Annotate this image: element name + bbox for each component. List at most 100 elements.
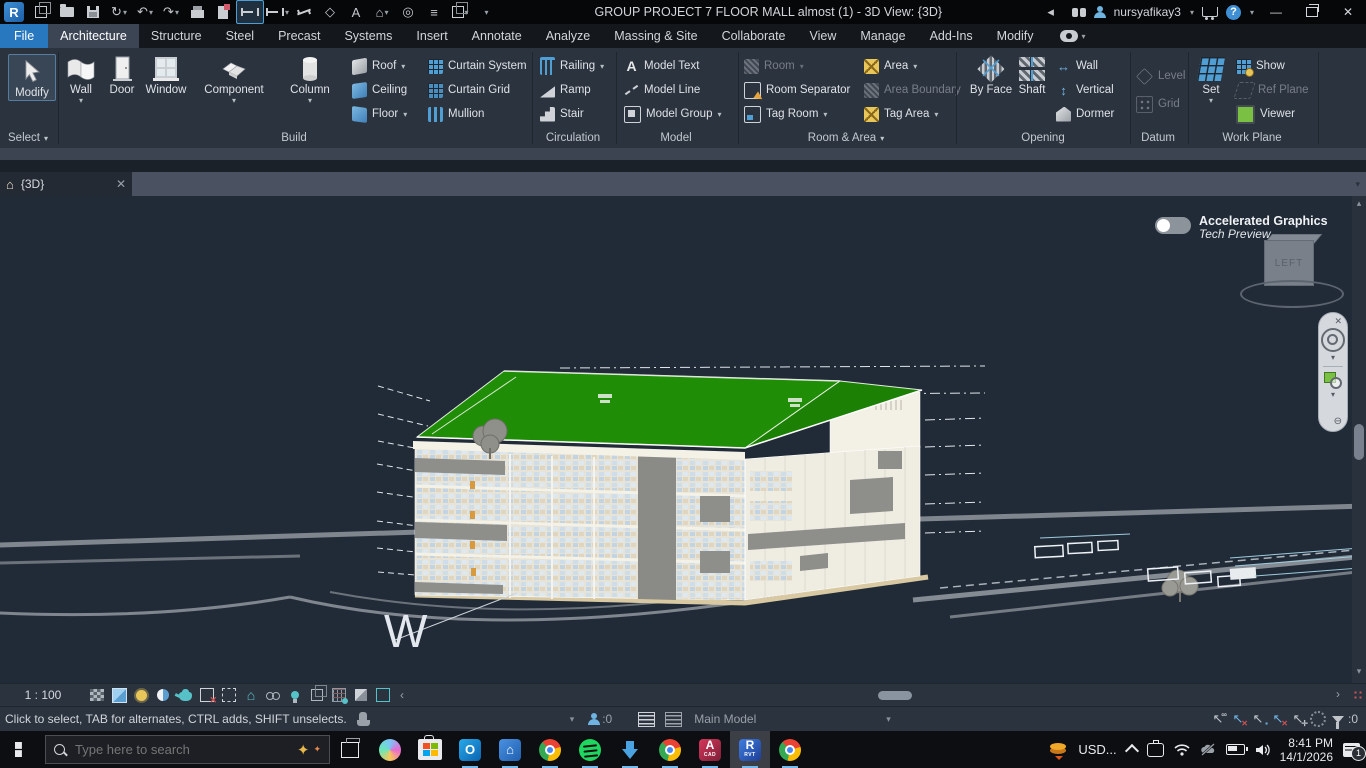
select-pinned-toggle[interactable]: ↖▪ [1248, 710, 1268, 728]
drawing-area[interactable]: W Accelerated Graphics Tech Preview LEFT… [0, 196, 1366, 683]
tag-room-button[interactable]: Tag Room▾ [744, 104, 827, 124]
revit-app-logo[interactable]: R [4, 2, 24, 22]
scroll-up-icon[interactable]: ▴ [1352, 198, 1366, 209]
door-button[interactable]: Door [103, 54, 141, 97]
capture-tools-icon[interactable]: ▾ [1060, 24, 1086, 48]
mullion-button[interactable]: Mullion [428, 104, 484, 124]
model-group-button[interactable]: Model Group▾ [624, 104, 722, 124]
displacement-sets-icon[interactable] [350, 686, 372, 704]
currency-app-icon[interactable] [1050, 742, 1068, 758]
measure-icon[interactable] [236, 0, 264, 24]
outlook-button[interactable]: O [450, 731, 490, 768]
select-links-toggle[interactable]: ↖∞ [1208, 710, 1228, 728]
dormer-button[interactable]: Dormer [1056, 104, 1114, 124]
tag-area-button[interactable]: Tag Area▾ [864, 104, 938, 124]
notification-center-icon[interactable]: 1 [1343, 743, 1360, 757]
collapse-view-bar-icon[interactable]: ‹ [400, 688, 404, 702]
task-view-button[interactable] [330, 731, 370, 768]
crop-view-icon[interactable]: ✕ [196, 686, 218, 704]
scale-button[interactable]: 1 : 100 [0, 688, 86, 702]
select-by-face-toggle[interactable]: ↖✕ [1268, 710, 1288, 728]
view-tab-list-caret[interactable]: ▾ [1355, 172, 1360, 196]
reveal-constraints-icon[interactable] [328, 686, 350, 704]
help-menu-caret[interactable]: ▾ [1250, 8, 1254, 17]
set-work-plane-button[interactable]: Set▾ [1192, 54, 1230, 104]
ceiling-button[interactable]: Ceiling [352, 80, 407, 100]
chrome-button-2[interactable] [650, 731, 690, 768]
signed-in-user[interactable]: nursyafikay3 [1114, 5, 1181, 19]
open-file-icon[interactable] [54, 1, 80, 23]
user-menu-caret[interactable]: ▾ [1190, 8, 1194, 17]
component-button[interactable]: Component▾ [202, 54, 266, 104]
viewer-button[interactable]: Viewer [1236, 104, 1295, 124]
wall-opening-button[interactable]: ↔ Wall [1056, 56, 1098, 76]
collapse-search-icon[interactable]: ◂ [1038, 1, 1064, 23]
chrome-button-3[interactable] [770, 731, 810, 768]
viewcube[interactable]: LEFT [1240, 234, 1344, 306]
taskbar-search[interactable]: ✦ ✦ [45, 735, 330, 764]
tab-architecture[interactable]: Architecture [48, 24, 139, 48]
shaft-button[interactable]: Shaft [1012, 54, 1052, 97]
show-crop-region-icon[interactable] [218, 686, 240, 704]
volume-icon[interactable] [1255, 743, 1270, 756]
stair-button[interactable]: Stair [540, 104, 584, 124]
vertical-opening-button[interactable]: ↕ Vertical [1056, 80, 1114, 100]
model-line-button[interactable]: Model Line [624, 80, 700, 100]
wifi-icon[interactable] [1174, 743, 1190, 756]
show-work-plane-button[interactable]: Show [1236, 56, 1285, 76]
roof-button[interactable]: Roof▾ [352, 56, 405, 76]
search-input[interactable] [73, 741, 289, 758]
tab-structure[interactable]: Structure [139, 24, 214, 48]
workset-list-icon[interactable] [665, 712, 682, 727]
zoom-tool-caret[interactable]: ▾ [1331, 391, 1335, 399]
revit-taskbar-button[interactable]: RRVT [730, 731, 770, 768]
navbar-close-icon[interactable]: ✕ [1334, 317, 1342, 326]
drag-on-selection-toggle[interactable]: ↖✛ [1288, 710, 1308, 728]
spotify-button[interactable] [570, 731, 610, 768]
model-text-button[interactable]: A Model Text [624, 56, 699, 76]
steering-wheel-icon[interactable] [1321, 328, 1345, 352]
railing-button[interactable]: Railing▾ [540, 56, 604, 76]
currency-label[interactable]: USD... [1078, 742, 1116, 757]
tab-massing-site[interactable]: Massing & Site [602, 24, 709, 48]
tab-manage[interactable]: Manage [848, 24, 917, 48]
tab-steel[interactable]: Steel [214, 24, 267, 48]
status-expand-caret[interactable]: ▾ [570, 714, 575, 725]
close-view-tab-icon[interactable]: ✕ [116, 177, 126, 191]
battery-icon[interactable] [1226, 744, 1245, 755]
filter-button[interactable] [1328, 710, 1348, 728]
autocad-button[interactable]: ACAD [690, 731, 730, 768]
thin-lines-icon[interactable]: ≡ [421, 1, 447, 23]
zoom-tool-icon[interactable] [1324, 371, 1342, 389]
modify-button[interactable]: Modify [8, 54, 56, 101]
resize-grip[interactable] [1353, 690, 1363, 700]
curtain-grid-button[interactable]: Curtain Grid [428, 80, 510, 100]
clock[interactable]: 8:41 PM 14/1/2026 [1280, 736, 1333, 764]
downloads-button[interactable] [610, 731, 650, 768]
window-button[interactable]: Window [142, 54, 190, 97]
vertical-scrollbar[interactable]: ▴ ▾ [1352, 196, 1366, 683]
tab-insert[interactable]: Insert [404, 24, 459, 48]
store-cart-icon[interactable] [1202, 7, 1218, 17]
room-area-panel-label[interactable]: Room & Area▾ [738, 130, 954, 146]
tab-annotate[interactable]: Annotate [460, 24, 534, 48]
undo-icon[interactable]: ↶▾ [132, 1, 158, 23]
sun-path-icon[interactable] [130, 686, 152, 704]
sheet-list-icon[interactable] [28, 1, 54, 23]
locked-3d-view-icon[interactable]: ⌂ [240, 686, 262, 704]
wall-button[interactable]: Wall▾ [60, 54, 102, 104]
close-hidden-icon[interactable]: ▾ [447, 1, 473, 23]
search-highlights-icon[interactable]: ✦ [297, 741, 310, 759]
column-button[interactable]: Column▾ [284, 54, 336, 104]
temporary-view-properties-icon[interactable] [306, 686, 328, 704]
tab-analyze[interactable]: Analyze [534, 24, 602, 48]
shadows-icon[interactable] [152, 686, 174, 704]
search-binoculars-icon[interactable] [1072, 8, 1086, 17]
navbar-collapse-icon[interactable]: ⊖ [1334, 417, 1342, 427]
vertical-scroll-thumb[interactable] [1354, 424, 1364, 460]
room-separator-button[interactable]: Room Separator [744, 80, 850, 100]
minimize-button[interactable]: — [1262, 1, 1290, 23]
accelerated-graphics-toggle[interactable] [1155, 217, 1191, 234]
select-panel-label[interactable]: Select▾ [0, 130, 56, 146]
tag-icon[interactable]: ◇ [317, 1, 343, 23]
